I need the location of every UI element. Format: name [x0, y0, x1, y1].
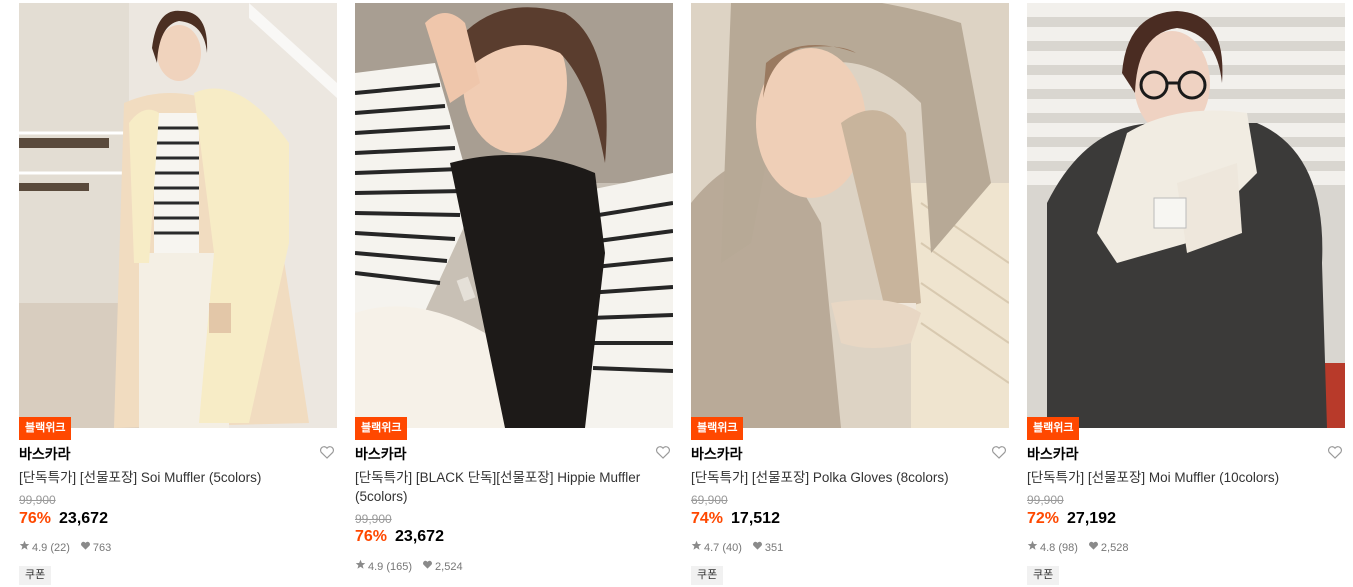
product-title[interactable]: [단독특가] [선물포장] Polka Gloves (8colors): [691, 468, 991, 487]
like-heart-icon: [423, 560, 433, 569]
product-card[interactable]: 블랙위크 바스카라 [단독특가] [선물포장] Moi Muffler (10c…: [1027, 3, 1345, 587]
coupon-tag: 쿠폰: [691, 566, 724, 585]
rating: 4.9: [32, 542, 48, 555]
discount-rate: 74%: [691, 510, 724, 527]
product-title[interactable]: [단독특가] [선물포장] Moi Muffler (10colors): [1027, 468, 1327, 487]
star-icon: [355, 559, 366, 569]
coupon-tag: 쿠폰: [1027, 566, 1060, 585]
brand-name[interactable]: 바스카라: [355, 444, 407, 464]
product-stats: 4.9 (165) 2,524: [355, 559, 463, 573]
sale-price: 17,512: [731, 510, 780, 527]
rating: 4.8: [1040, 542, 1056, 555]
sale-price: 23,672: [59, 510, 108, 527]
price-line: 76% 23,672: [355, 528, 444, 548]
review-count: (40): [722, 542, 742, 555]
wishlist-heart-icon[interactable]: [991, 444, 1007, 460]
promo-badge: 블랙위크: [691, 417, 744, 440]
like-count: 2,528: [1100, 542, 1129, 555]
brand-name[interactable]: 바스카라: [19, 444, 71, 464]
like-heart-icon: [752, 541, 762, 550]
product-photo-moi-muffler: [1027, 3, 1345, 428]
product-card[interactable]: 블랙위크 바스카라 [단독특가] [BLACK 단독][선물포장] Hippie…: [355, 3, 673, 587]
star-icon: [691, 540, 702, 550]
product-photo-polka-gloves: [691, 3, 1009, 428]
coupon-tag: 쿠폰: [19, 566, 52, 585]
product-stats: 4.9 (22) 763: [19, 540, 111, 554]
like-count: 2,524: [435, 561, 463, 574]
brand-name[interactable]: 바스카라: [691, 444, 743, 464]
product-photo-hippie-muffler: [355, 3, 673, 428]
price-line: 72% 27,192: [1027, 510, 1116, 530]
wishlist-heart-icon[interactable]: [655, 444, 671, 460]
sale-price: 27,192: [1067, 510, 1116, 527]
star-icon: [19, 540, 30, 550]
product-image[interactable]: [355, 3, 673, 428]
product-stats: 4.8 (98) 2,528: [1027, 540, 1128, 554]
product-title[interactable]: [단독특가] [선물포장] Soi Muffler (5colors): [19, 468, 319, 487]
like-count: 763: [92, 542, 112, 555]
product-stats: 4.7 (40) 351: [691, 540, 783, 554]
product-image[interactable]: [19, 3, 337, 428]
sale-price: 23,672: [395, 528, 444, 545]
original-price: 99,900: [355, 512, 392, 526]
product-photo-soi-muffler: [19, 3, 337, 428]
wishlist-heart-icon[interactable]: [319, 444, 335, 460]
original-price: 99,900: [1027, 493, 1064, 507]
discount-rate: 76%: [355, 528, 388, 545]
brand-name[interactable]: 바스카라: [1027, 444, 1079, 464]
price-line: 74% 17,512: [691, 510, 780, 530]
promo-badge: 블랙위크: [1027, 417, 1080, 440]
discount-rate: 72%: [1027, 510, 1060, 527]
review-count: (165): [386, 561, 413, 574]
product-grid: 블랙위크 바스카라 [단독특가] [선물포장] Soi Muffler (5co…: [0, 0, 1353, 587]
promo-badge: 블랙위크: [355, 417, 408, 440]
like-count: 351: [764, 542, 784, 555]
product-card[interactable]: 블랙위크 바스카라 [단독특가] [선물포장] Soi Muffler (5co…: [19, 3, 337, 587]
like-heart-icon: [80, 541, 90, 550]
product-image[interactable]: [1027, 3, 1345, 428]
original-price: 69,900: [691, 493, 728, 507]
review-count: (22): [50, 542, 70, 555]
rating: 4.7: [704, 542, 720, 555]
like-heart-icon: [1088, 541, 1098, 550]
promo-badge: 블랙위크: [19, 417, 72, 440]
review-count: (98): [1058, 542, 1078, 555]
price-line: 76% 23,672: [19, 510, 108, 530]
product-title[interactable]: [단독특가] [BLACK 단독][선물포장] Hippie Muffler (…: [355, 468, 655, 506]
original-price: 99,900: [19, 493, 56, 507]
product-card[interactable]: 블랙위크 바스카라 [단독특가] [선물포장] Polka Gloves (8c…: [691, 3, 1009, 587]
star-icon: [1027, 540, 1038, 550]
discount-rate: 76%: [19, 510, 52, 527]
wishlist-heart-icon[interactable]: [1327, 444, 1343, 460]
rating: 4.9: [368, 561, 384, 574]
product-image[interactable]: [691, 3, 1009, 428]
